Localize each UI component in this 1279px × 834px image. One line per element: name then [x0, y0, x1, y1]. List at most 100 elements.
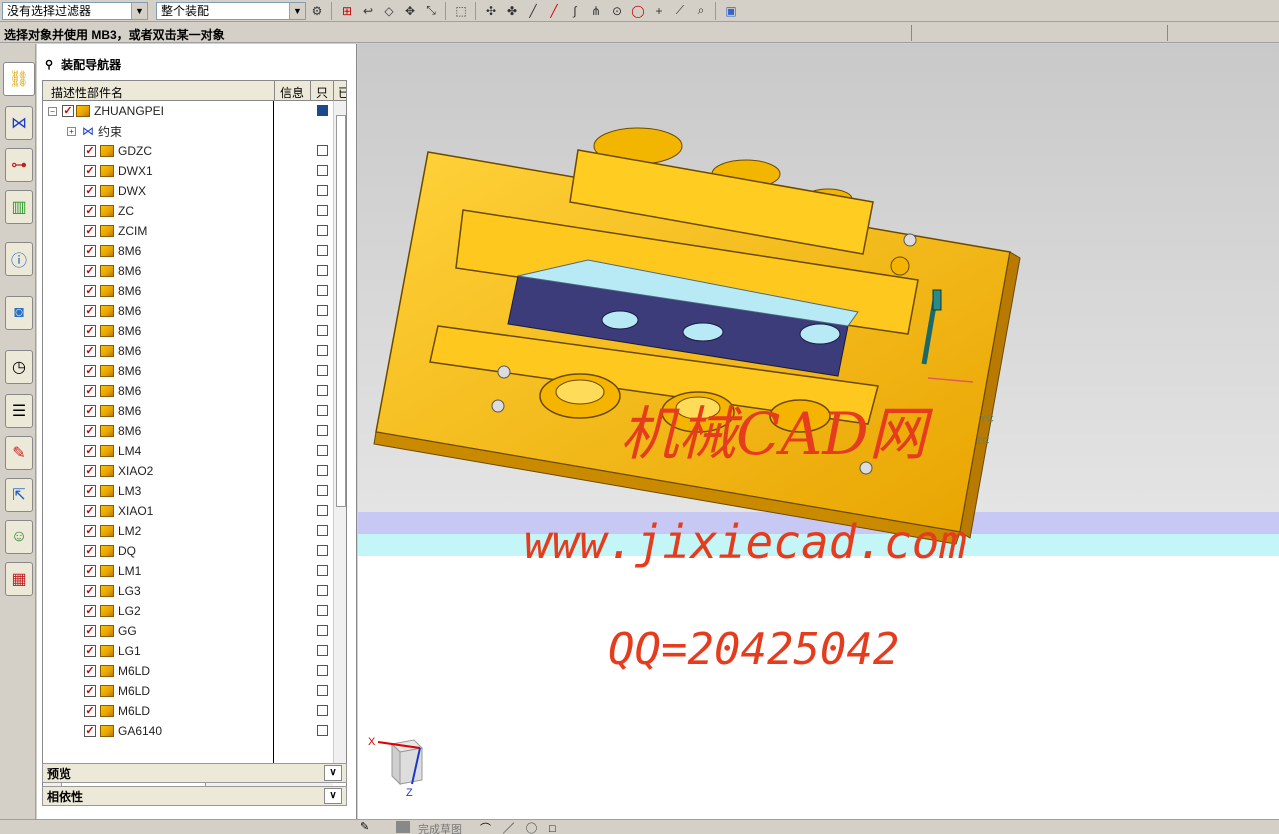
- history-tab[interactable]: ◷: [5, 350, 33, 384]
- checkbox-checked[interactable]: ✓: [84, 425, 96, 437]
- snap-point-icon[interactable]: +: [649, 2, 669, 20]
- chevron-down-icon[interactable]: ▼: [289, 2, 305, 19]
- sketch-tools-icon[interactable]: ⌒╱◯□: [480, 820, 568, 834]
- tree-row-part[interactable]: ✓ M6LD: [43, 661, 333, 681]
- tree-row-part[interactable]: ✓ LM2: [43, 521, 333, 541]
- readonly-checkbox[interactable]: [317, 705, 328, 716]
- tree-row-part[interactable]: ✓ LM1: [43, 561, 333, 581]
- readonly-checkbox[interactable]: [317, 725, 328, 736]
- collapse-icon[interactable]: −: [48, 106, 57, 116]
- expand-icon[interactable]: +: [67, 126, 76, 136]
- snap-center-icon[interactable]: ⊙: [607, 2, 627, 20]
- readonly-checkbox[interactable]: [317, 485, 328, 496]
- checkbox-checked[interactable]: ✓: [84, 245, 96, 257]
- tree-row-part[interactable]: ✓ GG: [43, 621, 333, 641]
- checkbox-checked[interactable]: ✓: [84, 305, 96, 317]
- chevron-down-icon[interactable]: ∨: [324, 765, 342, 781]
- readonly-checkbox[interactable]: [317, 265, 328, 276]
- roles-tab[interactable]: ✎: [5, 436, 33, 470]
- tree-row-part[interactable]: ✓ LG2: [43, 601, 333, 621]
- transform-icon[interactable]: ✥: [400, 2, 420, 20]
- tree-row-part[interactable]: ✓ ZC: [43, 201, 333, 221]
- tree-row-part[interactable]: ✓ LG3: [43, 581, 333, 601]
- chevron-down-icon[interactable]: ▼: [131, 2, 147, 19]
- readonly-checkbox[interactable]: [317, 565, 328, 576]
- checkbox-checked[interactable]: ✓: [84, 165, 96, 177]
- checkbox-checked[interactable]: ✓: [84, 405, 96, 417]
- scrollbar-thumb[interactable]: [336, 115, 346, 507]
- tree-row-constraints[interactable]: + ⋈ 约束: [43, 121, 333, 141]
- tree-row-part[interactable]: ✓ 8M6: [43, 401, 333, 421]
- reuse-library-tab[interactable]: ▥: [5, 190, 33, 224]
- cube-view-icon[interactable]: ▣: [721, 2, 741, 20]
- readonly-checkbox[interactable]: [317, 165, 328, 176]
- process-studio-tab[interactable]: ☰: [5, 394, 33, 428]
- readonly-checkbox[interactable]: [317, 185, 328, 196]
- system-scenes-tab[interactable]: ⇱: [5, 478, 33, 512]
- checkbox-checked[interactable]: ✓: [84, 445, 96, 457]
- tree-row-part[interactable]: ✓ 8M6: [43, 361, 333, 381]
- readonly-checkbox[interactable]: [317, 445, 328, 456]
- readonly-checkbox[interactable]: [317, 245, 328, 256]
- tree-row-part[interactable]: ✓ LM3: [43, 481, 333, 501]
- selection-scope-dropdown[interactable]: 整个装配 ▼: [156, 1, 306, 20]
- tree-row-part[interactable]: ✓ XIAO1: [43, 501, 333, 521]
- checkbox-checked[interactable]: ✓: [84, 465, 96, 477]
- checkbox-checked[interactable]: ✓: [84, 485, 96, 497]
- tree-row-part[interactable]: ✓ M6LD: [43, 701, 333, 721]
- snap-tangent-icon[interactable]: ⟋: [670, 2, 690, 20]
- finish-sketch-icon[interactable]: [396, 821, 410, 833]
- column-divider[interactable]: [274, 81, 275, 101]
- tree-row-part[interactable]: ✓ LM4: [43, 441, 333, 461]
- readonly-checkbox[interactable]: [317, 345, 328, 356]
- checkbox-checked[interactable]: ✓: [62, 105, 74, 117]
- checkbox-checked[interactable]: ✓: [84, 725, 96, 737]
- undo-icon[interactable]: ↩: [358, 2, 378, 20]
- readonly-checkbox[interactable]: [317, 425, 328, 436]
- chevron-down-icon[interactable]: ∨: [324, 788, 342, 804]
- readonly-checkbox[interactable]: [317, 145, 328, 156]
- assembly-navigator-tab[interactable]: ⛓: [3, 62, 35, 96]
- tree-row-part[interactable]: ✓ DWX: [43, 181, 333, 201]
- readonly-checkbox[interactable]: [317, 525, 328, 536]
- checkbox-checked[interactable]: ✓: [84, 325, 96, 337]
- snap-intersection-icon[interactable]: ⋔: [586, 2, 606, 20]
- readonly-checkbox[interactable]: [317, 465, 328, 476]
- tree-row-part[interactable]: ✓ XIAO2: [43, 461, 333, 481]
- readonly-checkbox[interactable]: [317, 665, 328, 676]
- readonly-checkbox[interactable]: [317, 365, 328, 376]
- checkbox-checked[interactable]: ✓: [84, 605, 96, 617]
- checkbox-checked[interactable]: ✓: [84, 625, 96, 637]
- checkbox-checked[interactable]: ✓: [84, 225, 96, 237]
- tree-row-part[interactable]: ✓ GDZC: [43, 141, 333, 161]
- checkbox-checked[interactable]: ✓: [84, 685, 96, 697]
- checkbox-checked[interactable]: ✓: [84, 265, 96, 277]
- save-icon[interactable]: [317, 105, 328, 116]
- checkbox-checked[interactable]: ✓: [84, 345, 96, 357]
- checkbox-checked[interactable]: ✓: [84, 545, 96, 557]
- snap-quadrant-icon[interactable]: ◯: [628, 2, 648, 20]
- constraint-navigator-tab[interactable]: ⋈: [5, 106, 33, 140]
- readonly-checkbox[interactable]: [317, 505, 328, 516]
- web-browser-tab[interactable]: ⓘ: [5, 242, 33, 276]
- tree-row-root[interactable]: − ✓ ZHUANGPEI: [43, 101, 333, 121]
- history-palette-tab[interactable]: ◙: [5, 296, 33, 330]
- column-header-info[interactable]: 信息: [280, 84, 304, 101]
- rectangle-select-icon[interactable]: ⬚: [451, 2, 471, 20]
- readonly-checkbox[interactable]: [317, 645, 328, 656]
- checkbox-checked[interactable]: ✓: [84, 705, 96, 717]
- tree-row-part[interactable]: ✓ 8M6: [43, 321, 333, 341]
- pin-icon[interactable]: ⚲: [45, 58, 53, 71]
- part-navigator-tab[interactable]: ⊶: [5, 148, 33, 182]
- readonly-checkbox[interactable]: [317, 225, 328, 236]
- readonly-checkbox[interactable]: [317, 545, 328, 556]
- eraser-icon[interactable]: ◇: [379, 2, 399, 20]
- select-all-icon[interactable]: ⊞: [337, 2, 357, 20]
- move-icon[interactable]: ⤡: [421, 2, 441, 20]
- tree-row-part[interactable]: ✓ DWX1: [43, 161, 333, 181]
- tree-row-part[interactable]: ✓ ZCIM: [43, 221, 333, 241]
- tree-row-part[interactable]: ✓ GA6140: [43, 721, 333, 741]
- checkbox-checked[interactable]: ✓: [84, 385, 96, 397]
- tree-row-part[interactable]: ✓ 8M6: [43, 281, 333, 301]
- readonly-checkbox[interactable]: [317, 405, 328, 416]
